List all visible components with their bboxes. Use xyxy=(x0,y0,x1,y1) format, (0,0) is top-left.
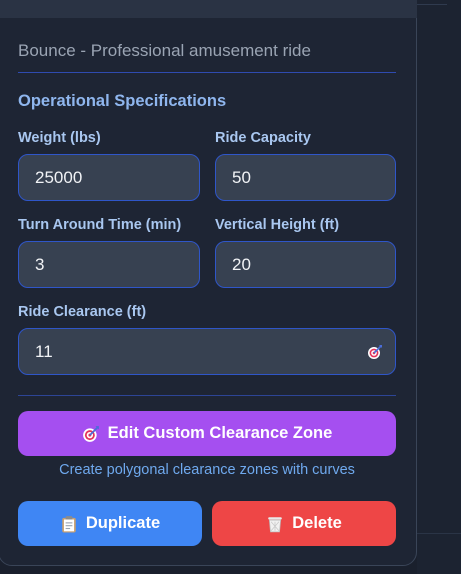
edit-clearance-zone-label: Edit Custom Clearance Zone xyxy=(107,424,333,442)
capacity-input[interactable]: 50 xyxy=(215,154,396,201)
trash-icon xyxy=(268,516,282,532)
weight-label: Weight (lbs) xyxy=(18,130,101,146)
weight-value: 25000 xyxy=(35,167,83,187)
clearance-value: 11 xyxy=(35,341,53,361)
divider xyxy=(417,4,447,5)
delete-label: Delete xyxy=(292,514,342,532)
ride-editor: Bounce - Professional amusement ride Ope… xyxy=(0,0,461,574)
target-icon xyxy=(82,425,99,442)
duplicate-button[interactable]: Duplicate xyxy=(18,501,202,546)
delete-button[interactable]: Delete xyxy=(212,501,396,546)
ride-subtitle: Bounce - Professional amusement ride xyxy=(18,41,311,60)
clearance-label: Ride Clearance (ft) xyxy=(18,304,147,320)
clipboard-icon xyxy=(62,515,76,532)
height-value: 20 xyxy=(232,254,251,274)
divider xyxy=(18,72,396,73)
turnaround-input[interactable]: 3 xyxy=(18,241,200,288)
duplicate-label: Duplicate xyxy=(85,514,161,532)
card-header-bar xyxy=(0,0,417,18)
turnaround-value: 3 xyxy=(35,254,45,274)
height-label: Vertical Height (ft) xyxy=(215,217,340,233)
section-title: Operational Specifications xyxy=(18,92,227,110)
clearance-input[interactable]: 11 xyxy=(18,328,396,375)
target-icon xyxy=(368,345,382,359)
height-input[interactable]: 20 xyxy=(215,241,396,288)
turnaround-label: Turn Around Time (min) xyxy=(18,217,182,233)
capacity-label: Ride Capacity xyxy=(215,130,311,146)
edit-clearance-zone-button[interactable]: Edit Custom Clearance Zone xyxy=(18,411,396,456)
divider xyxy=(417,533,461,534)
adjacent-panel xyxy=(417,0,461,574)
clearance-zone-hint: Create polygonal clearance zones with cu… xyxy=(59,462,355,478)
divider xyxy=(18,395,396,396)
weight-input[interactable]: 25000 xyxy=(18,154,200,201)
capacity-value: 50 xyxy=(232,167,251,187)
